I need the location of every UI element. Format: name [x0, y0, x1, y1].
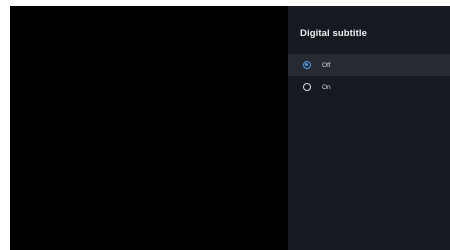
option-off-label: Off — [322, 61, 331, 69]
subtitle-settings-panel: Digital subtitle Off On — [288, 6, 450, 250]
radio-unselected-icon — [303, 83, 311, 91]
panel-title: Digital subtitle — [300, 28, 368, 39]
option-on-label: On — [322, 83, 331, 91]
option-on[interactable]: On — [288, 76, 450, 98]
radio-selected-icon — [303, 61, 311, 69]
option-off[interactable]: Off — [288, 54, 450, 76]
tv-screen: Digital subtitle Off On — [10, 6, 450, 250]
